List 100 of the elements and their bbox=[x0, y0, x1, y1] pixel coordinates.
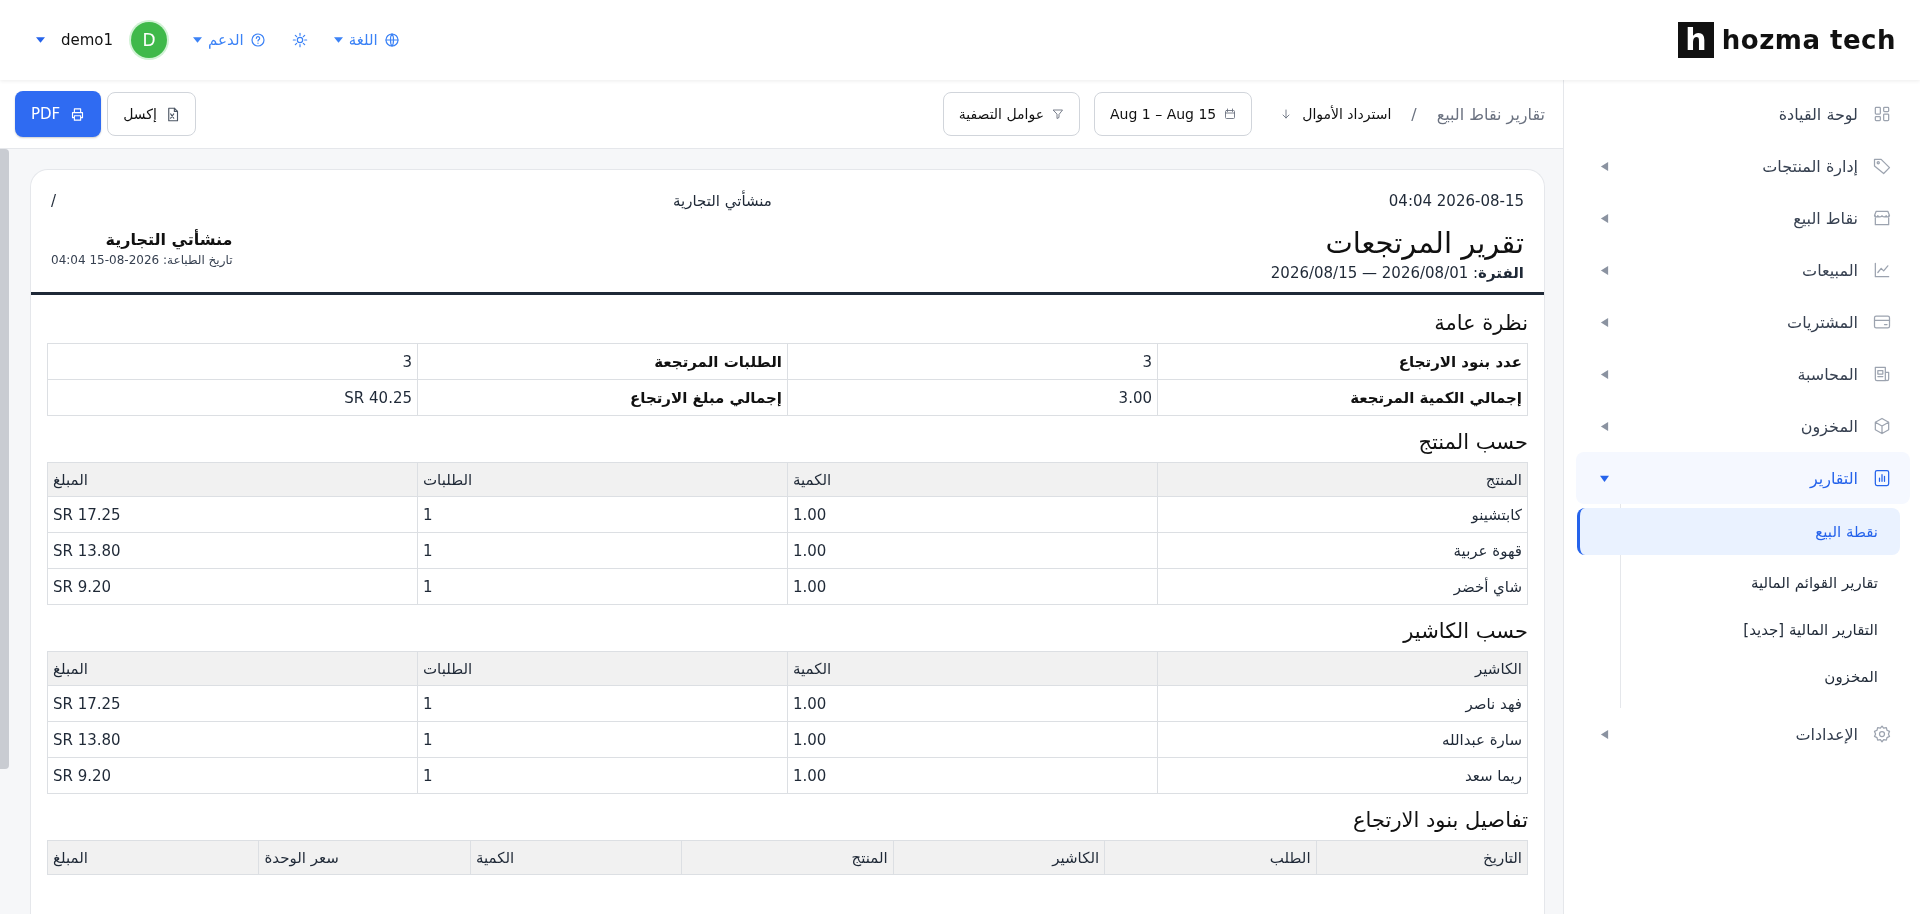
filters-button[interactable]: عوامل التصفية bbox=[942, 92, 1081, 136]
table-cell: SR 13.80 bbox=[47, 721, 418, 758]
summary-label: إجمالي مبلغ الارتجاع bbox=[417, 379, 788, 416]
sidebar-item[interactable]: نقاط البيع bbox=[1576, 192, 1910, 244]
summary-value: 3.00 bbox=[787, 379, 1158, 416]
table-cell: SR 9.20 bbox=[47, 568, 418, 605]
table-cell: 1 bbox=[417, 532, 788, 569]
caret-icon bbox=[1600, 317, 1609, 327]
sidebar-item[interactable]: التقارير bbox=[1576, 452, 1910, 504]
section-title: حسب الكاشير bbox=[1401, 619, 1528, 643]
column-header: الكمية bbox=[470, 840, 682, 875]
sidebar-item[interactable]: لوحة القيادة bbox=[1576, 88, 1910, 140]
table-cell: شاي أخضر bbox=[1157, 568, 1528, 605]
report-datetime: 2026-08-15 04:04 bbox=[1388, 192, 1524, 210]
table-cell: 1.00 bbox=[787, 568, 1158, 605]
table-cell: 1.00 bbox=[787, 685, 1158, 722]
sidebar-item[interactable]: المشتريات bbox=[1576, 296, 1910, 348]
table-cell: 1 bbox=[417, 757, 788, 794]
caret-icon bbox=[1600, 369, 1609, 379]
column-header: الطلبات bbox=[417, 462, 788, 497]
logo-text: hozma tech bbox=[1721, 25, 1896, 55]
sidebar-item[interactable]: الإعدادات bbox=[1576, 708, 1910, 760]
user-menu[interactable]: demo1 bbox=[36, 31, 114, 49]
summary-label: عدد بنود الارتجاع bbox=[1157, 343, 1528, 380]
table-cell: ريما سعد bbox=[1157, 757, 1528, 794]
column-header: الكمية bbox=[787, 462, 1158, 497]
table-cell: SR 17.25 bbox=[47, 685, 418, 722]
printer-icon bbox=[70, 106, 86, 122]
table-cell: 1 bbox=[417, 568, 788, 605]
caret-icon bbox=[1600, 213, 1609, 223]
table-cell: 1.00 bbox=[787, 757, 1158, 794]
sidebar-subitem[interactable]: تقارير القوائم المالية bbox=[1577, 559, 1900, 606]
scroll-bar[interactable] bbox=[0, 149, 9, 769]
summary-label: إجمالي الكمية المرتجعة bbox=[1157, 379, 1528, 416]
sidebar-icon bbox=[1872, 104, 1892, 124]
table-cell: SR 9.20 bbox=[47, 757, 418, 794]
page-number: / bbox=[51, 192, 57, 210]
column-header: الطلبات bbox=[417, 651, 788, 686]
summary-value: 3 bbox=[787, 343, 1158, 380]
filter-icon bbox=[1052, 108, 1065, 120]
sidebar-icon bbox=[1872, 724, 1892, 744]
table-cell: كابتشينو bbox=[1157, 496, 1528, 533]
sidebar-icon bbox=[1872, 208, 1892, 228]
caret-icon bbox=[1600, 265, 1609, 275]
sidebar-subitem[interactable]: نقطة البيع bbox=[1577, 508, 1900, 555]
support-menu[interactable]: الدعم bbox=[193, 31, 266, 49]
summary-label: الطلبات المرتجعة bbox=[417, 343, 788, 380]
sidebar-item[interactable]: المبيعات bbox=[1576, 244, 1910, 296]
caret-icon bbox=[1600, 729, 1609, 739]
column-header: الكمية bbox=[787, 651, 1158, 686]
breadcrumb-separator: / bbox=[1411, 104, 1417, 124]
sidebar-subitem[interactable]: المخزون bbox=[1577, 653, 1900, 700]
sidebar-icon bbox=[1872, 468, 1892, 488]
pdf-export-button[interactable]: PDF bbox=[15, 91, 102, 137]
sidebar-icon bbox=[1872, 156, 1892, 176]
sidebar-item[interactable]: إدارة المنتجات bbox=[1576, 140, 1910, 192]
caret-icon bbox=[1600, 161, 1609, 171]
column-header: المبلغ bbox=[47, 651, 418, 686]
column-header: الكاشير bbox=[893, 840, 1105, 875]
caret-icon bbox=[333, 37, 343, 43]
language-menu[interactable]: اللغة bbox=[333, 31, 400, 49]
print-date: تاريخ الطباعة: 2026-08-15 04:04 bbox=[51, 253, 233, 267]
excel-export-button[interactable]: إكسل bbox=[107, 92, 196, 136]
table-cell: SR 13.80 bbox=[47, 532, 418, 569]
theme-toggle[interactable] bbox=[291, 32, 308, 48]
table-cell: 1 bbox=[417, 721, 788, 758]
report-type-dropdown[interactable]: استرداد الأموال bbox=[1280, 106, 1392, 122]
sidebar-subitem[interactable]: التقارير المالية [جديد] bbox=[1577, 606, 1900, 653]
section-title: حسب المنتج bbox=[1417, 430, 1528, 454]
help-icon bbox=[249, 32, 266, 48]
table-cell: سارة عبدالله bbox=[1157, 721, 1528, 758]
table-cell: SR 17.25 bbox=[47, 496, 418, 533]
section-title: نظرة عامة bbox=[1433, 311, 1528, 335]
table-cell: فهد ناصر bbox=[1157, 685, 1528, 722]
logo-mark: h bbox=[1677, 22, 1714, 58]
table-cell: 1 bbox=[417, 685, 788, 722]
company-name: منشأتي التجارية bbox=[672, 192, 772, 210]
report-title: تقرير المرتجعات bbox=[1324, 226, 1524, 260]
sidebar-icon bbox=[1872, 416, 1892, 436]
section-title: تفاصيل بنود الارتجاع bbox=[1352, 808, 1528, 832]
summary-value: 3 bbox=[47, 343, 418, 380]
calendar-icon bbox=[1224, 108, 1237, 120]
column-header: الكاشير bbox=[1157, 651, 1528, 686]
sidebar-item[interactable]: المحاسبة bbox=[1576, 348, 1910, 400]
column-header: المبلغ bbox=[47, 462, 418, 497]
caret-icon bbox=[1600, 421, 1609, 431]
table-cell: 1.00 bbox=[787, 532, 1158, 569]
column-header: المبلغ bbox=[47, 840, 259, 875]
caret-icon bbox=[1600, 473, 1609, 483]
table-cell: 1.00 bbox=[787, 496, 1158, 533]
table-cell: 1.00 bbox=[787, 721, 1158, 758]
column-header: المنتج bbox=[681, 840, 894, 875]
breadcrumb-link[interactable]: تقارير نقاط البيع bbox=[1436, 104, 1545, 124]
column-header: سعر الوحدة bbox=[258, 840, 471, 875]
table-cell: قهوة عربية bbox=[1157, 532, 1528, 569]
sidebar-item[interactable]: المخزون bbox=[1576, 400, 1910, 452]
sidebar-icon bbox=[1872, 260, 1892, 280]
column-header: التاريخ bbox=[1316, 840, 1528, 875]
column-header: الطلب bbox=[1104, 840, 1317, 875]
date-range-button[interactable]: Aug 1 – Aug 15 bbox=[1094, 92, 1253, 136]
